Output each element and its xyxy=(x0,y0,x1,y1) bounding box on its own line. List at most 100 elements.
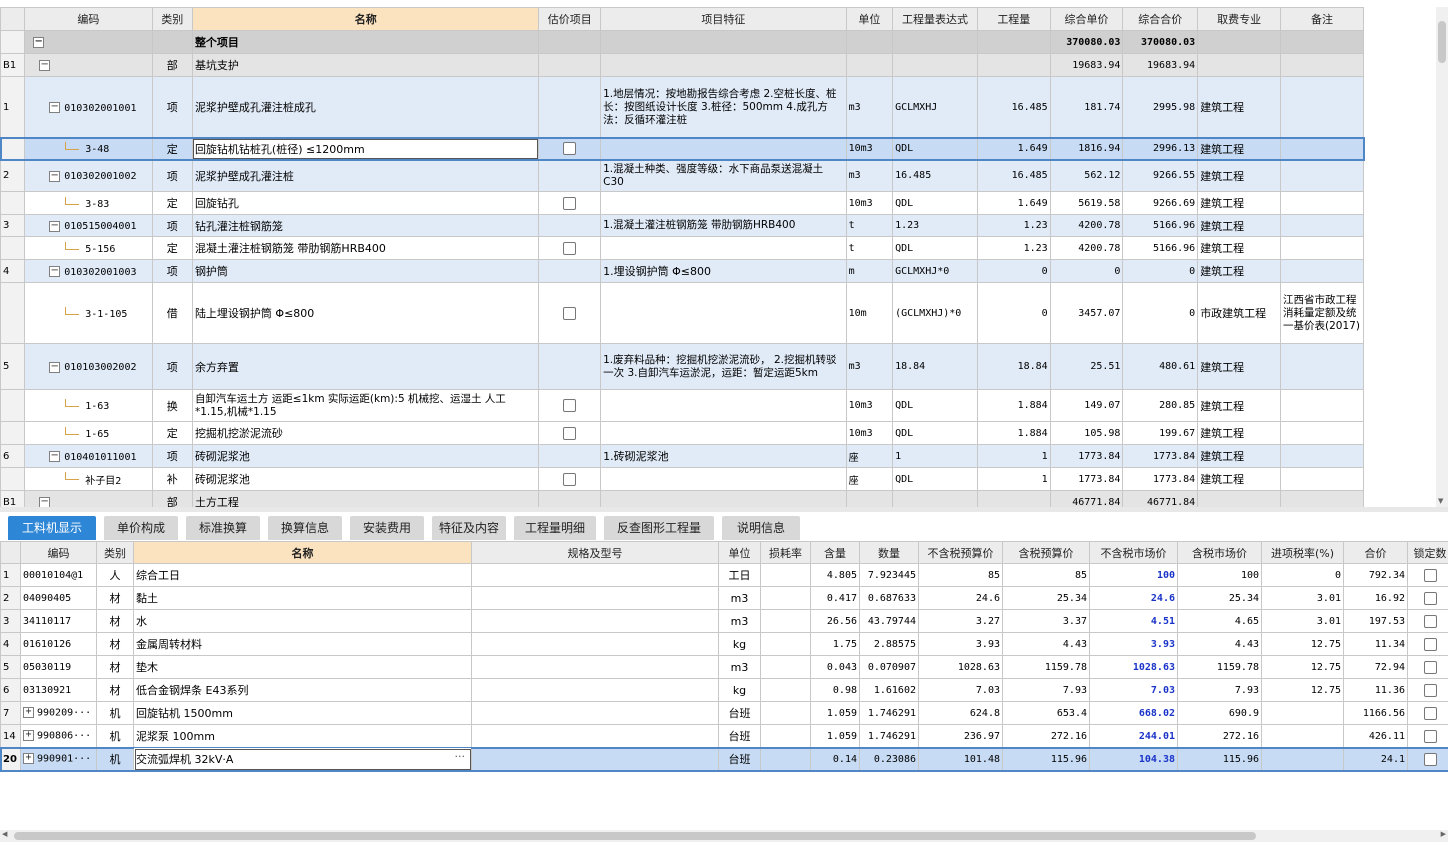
estimate-cell[interactable] xyxy=(538,30,602,54)
item-type[interactable]: 项 xyxy=(151,259,193,283)
loss-rate[interactable] xyxy=(760,609,811,633)
item-fee-major[interactable]: 建筑工程 xyxy=(1197,76,1282,138)
lock-checkbox[interactable] xyxy=(1423,729,1437,743)
item-unit-price[interactable]: 562.12 xyxy=(1049,159,1124,192)
item-code[interactable]: − xyxy=(24,53,153,77)
resource-qty[interactable]: 0.070907 xyxy=(859,655,919,679)
item-unit[interactable]: t xyxy=(845,236,894,260)
lock-cell[interactable] xyxy=(1407,724,1448,748)
estimate-cell[interactable] xyxy=(538,444,602,468)
item-fee-major[interactable]: 建筑工程 xyxy=(1197,343,1282,390)
item-code[interactable]: 3-1-105 xyxy=(24,282,153,344)
collapse-icon[interactable]: − xyxy=(49,220,61,232)
resource-unit[interactable]: m3 xyxy=(718,655,761,679)
item-expression[interactable]: QDL xyxy=(892,236,978,260)
item-note[interactable] xyxy=(1280,490,1364,507)
item-total-price[interactable]: 9266.55 xyxy=(1122,159,1199,192)
item-feature[interactable]: 1.废弃料品种：挖掘机挖淤泥流砂， 2.挖掘机转驳一次 3.自卸汽车运淤泥，运距… xyxy=(600,343,847,390)
item-expression[interactable] xyxy=(892,490,978,507)
loss-rate[interactable] xyxy=(760,678,811,702)
resource-row[interactable]: 2 04090405 材黏土 m3 0.417 0.687633 24.6 25.34 24.6… xyxy=(0,586,1448,610)
lock-cell[interactable] xyxy=(1407,586,1448,610)
item-note[interactable] xyxy=(1280,343,1364,390)
resource-spec[interactable] xyxy=(471,609,719,633)
col-header-unit-price[interactable]: 综合单价 xyxy=(1049,7,1124,31)
budget-price-notax[interactable]: 624.8 xyxy=(918,701,1003,725)
item-note[interactable] xyxy=(1280,159,1364,192)
resource-type[interactable]: 材 xyxy=(96,586,134,610)
item-unit[interactable]: m3 xyxy=(845,343,894,390)
item-type[interactable]: 项 xyxy=(151,444,193,468)
collapse-icon[interactable]: − xyxy=(39,497,51,507)
item-name[interactable]: 余方弃置 xyxy=(191,343,540,390)
item-unit[interactable]: 座 xyxy=(845,444,894,468)
col-header-res-type[interactable]: 类别 xyxy=(96,541,134,564)
resource-row[interactable]: 6 03130921 材低合金钢焊条 E43系列 kg 0.98 1.61602 7.03 7… xyxy=(0,678,1448,702)
resource-unit[interactable]: m3 xyxy=(718,609,761,633)
resource-type[interactable]: 机 xyxy=(96,747,134,771)
resource-qty[interactable]: 0.687633 xyxy=(859,586,919,610)
col-header-fee-major[interactable]: 取费专业 xyxy=(1197,7,1282,31)
resource-row[interactable]: 14 +990806··· 机泥浆泵 100mm 台班 1.059 1.746291 236… xyxy=(0,724,1448,748)
budget-price-tax[interactable]: 115.96 xyxy=(1002,747,1090,771)
item-feature[interactable] xyxy=(600,490,847,507)
resource-name[interactable]: 黏土 xyxy=(133,586,472,610)
row-number[interactable]: 2 xyxy=(0,586,21,610)
item-quantity[interactable] xyxy=(976,53,1051,77)
item-quantity[interactable]: 1.884 xyxy=(976,421,1051,445)
resource-type[interactable]: 机 xyxy=(96,724,134,748)
resource-code[interactable]: 34110117 xyxy=(20,609,97,633)
lock-cell[interactable] xyxy=(1407,632,1448,656)
resource-code[interactable]: +990806··· xyxy=(20,724,97,748)
estimate-cell[interactable] xyxy=(538,389,602,422)
budget-price-notax[interactable]: 3.93 xyxy=(918,632,1003,656)
row-number[interactable]: 6 xyxy=(0,678,21,702)
lock-checkbox[interactable] xyxy=(1423,706,1437,720)
resource-type[interactable]: 材 xyxy=(96,655,134,679)
item-feature[interactable]: 1.埋设钢护筒 Φ≤800 xyxy=(600,259,847,283)
item-note[interactable] xyxy=(1280,53,1364,77)
resource-code[interactable]: 03130921 xyxy=(20,678,97,702)
item-feature[interactable] xyxy=(600,53,847,77)
resource-spec[interactable] xyxy=(471,632,719,656)
estimate-cell[interactable] xyxy=(538,76,602,138)
row-number[interactable]: 4 xyxy=(0,632,21,656)
resource-total[interactable]: 11.34 xyxy=(1343,632,1408,656)
tab-8[interactable]: 说明信息 xyxy=(722,516,800,540)
estimate-checkbox[interactable] xyxy=(563,426,577,440)
content-value[interactable]: 0.14 xyxy=(810,747,860,771)
item-type[interactable]: 借 xyxy=(151,282,193,344)
item-feature[interactable]: 1.混凝土种类、强度等级：水下商品泵送混凝土 C30 xyxy=(600,159,847,192)
item-fee-major[interactable]: 建筑工程 xyxy=(1197,214,1282,237)
item-quantity[interactable]: 1.23 xyxy=(976,214,1051,237)
expand-icon[interactable]: + xyxy=(23,753,34,765)
tab-0[interactable]: 工料机显示 xyxy=(8,516,96,540)
top-vertical-scrollbar[interactable]: ▼ xyxy=(1436,7,1448,507)
item-name[interactable]: 回旋钻孔 xyxy=(191,191,540,215)
resource-total[interactable]: 426.11 xyxy=(1343,724,1408,748)
col-header-expression[interactable]: 工程量表达式 xyxy=(892,7,978,31)
input-tax-rate[interactable]: 12.75 xyxy=(1261,632,1344,656)
row-number[interactable]: 6 xyxy=(0,444,26,468)
budget-price-tax[interactable]: 85 xyxy=(1002,563,1090,587)
item-expression[interactable]: 18.84 xyxy=(892,343,978,390)
item-quantity[interactable]: 1.23 xyxy=(976,236,1051,260)
market-price-tax[interactable]: 115.96 xyxy=(1177,747,1262,771)
resource-qty[interactable]: 43.79744 xyxy=(859,609,919,633)
col-header-spec[interactable]: 规格及型号 xyxy=(471,541,719,564)
item-note[interactable] xyxy=(1280,444,1364,468)
resource-qty[interactable]: 1.61602 xyxy=(859,678,919,702)
col-header-note[interactable]: 备注 xyxy=(1280,7,1364,31)
estimate-cell[interactable] xyxy=(538,236,602,260)
item-note[interactable] xyxy=(1280,30,1364,54)
item-note[interactable] xyxy=(1280,467,1364,491)
content-value[interactable]: 1.75 xyxy=(810,632,860,656)
item-unit-price[interactable]: 370080.03 xyxy=(1049,30,1124,54)
loss-rate[interactable] xyxy=(760,632,811,656)
content-value[interactable]: 1.059 xyxy=(810,701,860,725)
lock-cell[interactable] xyxy=(1407,678,1448,702)
estimate-cell[interactable] xyxy=(538,53,602,77)
input-tax-rate[interactable] xyxy=(1261,701,1344,725)
market-price-notax[interactable]: 244.01 xyxy=(1089,724,1178,748)
top-scroll-thumb[interactable] xyxy=(1438,21,1446,63)
